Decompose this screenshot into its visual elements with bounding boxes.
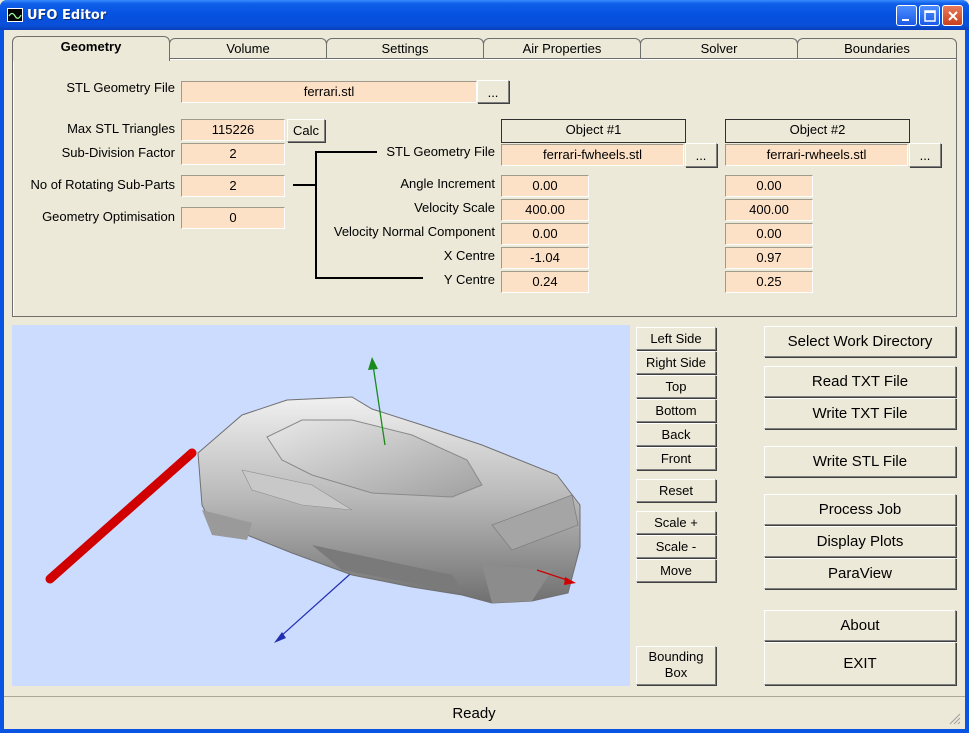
object2-velscale-field[interactable]: 400.00 bbox=[725, 199, 813, 221]
about-button[interactable]: About bbox=[764, 610, 956, 641]
velocity-normal-label: Velocity Normal Component bbox=[333, 224, 495, 239]
object1-stl-field[interactable]: ferrari-fwheels.stl bbox=[501, 144, 684, 166]
object1-velnormal-field[interactable]: 0.00 bbox=[501, 223, 589, 245]
geometry-panel: STL Geometry File ferrari.stl ... Max ST… bbox=[12, 58, 957, 317]
front-view-button[interactable]: Front bbox=[636, 447, 716, 470]
maximize-icon bbox=[924, 10, 936, 22]
bounding-box-button[interactable]: Bounding Box bbox=[636, 646, 716, 685]
optimisation-field[interactable]: 0 bbox=[181, 207, 285, 229]
tab-air-properties[interactable]: Air Properties bbox=[483, 38, 641, 59]
move-button[interactable]: Move bbox=[636, 559, 716, 582]
status-bar: Ready bbox=[4, 696, 965, 729]
scale-plus-button[interactable]: Scale + bbox=[636, 511, 716, 534]
write-stl-button[interactable]: Write STL File bbox=[764, 446, 956, 477]
object1-velscale-field[interactable]: 400.00 bbox=[501, 199, 589, 221]
stl-file-label: STL Geometry File bbox=[66, 80, 175, 95]
y-centre-label: Y Centre bbox=[443, 272, 495, 287]
bracket-stub bbox=[293, 184, 315, 186]
tab-solver[interactable]: Solver bbox=[640, 38, 798, 59]
velocity-scale-label: Velocity Scale bbox=[414, 200, 495, 215]
exit-button[interactable]: EXIT bbox=[764, 642, 956, 685]
stl-browse-button[interactable]: ... bbox=[477, 80, 509, 103]
object1-angle-field[interactable]: 0.00 bbox=[501, 175, 589, 197]
object1-browse-button[interactable]: ... bbox=[685, 143, 717, 167]
select-work-directory-button[interactable]: Select Work Directory bbox=[764, 326, 956, 357]
subdivision-label: Sub-Division Factor bbox=[61, 145, 175, 160]
read-txt-button[interactable]: Read TXT File bbox=[764, 366, 956, 397]
tab-volume[interactable]: Volume bbox=[169, 38, 327, 59]
angle-increment-label: Angle Increment bbox=[400, 176, 495, 191]
object2-browse-button[interactable]: ... bbox=[909, 143, 941, 167]
minimize-icon bbox=[902, 19, 909, 21]
object2-stl-field[interactable]: ferrari-rwheels.stl bbox=[725, 144, 908, 166]
bounding-box-label-2: Box bbox=[664, 665, 688, 680]
object2-velnormal-field[interactable]: 0.00 bbox=[725, 223, 813, 245]
object2-xcentre-field[interactable]: 0.97 bbox=[725, 247, 813, 269]
object2-angle-field[interactable]: 0.00 bbox=[725, 175, 813, 197]
calc-button[interactable]: Calc bbox=[287, 119, 325, 142]
app-window: UFO Editor Geometry Volume Settings Air … bbox=[0, 0, 969, 733]
maximize-button[interactable] bbox=[919, 5, 940, 26]
paraview-button[interactable]: ParaView bbox=[764, 558, 956, 589]
client-area: Geometry Volume Settings Air Properties … bbox=[4, 30, 965, 729]
bottom-view-button[interactable]: Bottom bbox=[636, 399, 716, 422]
window-title: UFO Editor bbox=[27, 8, 107, 23]
rotating-parts-field[interactable]: 2 bbox=[181, 175, 285, 197]
stl-file-field[interactable]: ferrari.stl bbox=[181, 81, 477, 103]
top-view-button[interactable]: Top bbox=[636, 375, 716, 398]
max-triangles-field[interactable]: 115226 bbox=[181, 119, 285, 141]
minimize-button[interactable] bbox=[896, 5, 917, 26]
object2-header: Object #2 bbox=[725, 119, 910, 143]
rotating-parts-label: No of Rotating Sub-Parts bbox=[30, 177, 175, 192]
max-triangles-label: Max STL Triangles bbox=[67, 121, 175, 136]
obj-stl-label: STL Geometry File bbox=[386, 144, 495, 159]
right-side-button[interactable]: Right Side bbox=[636, 351, 716, 374]
status-text: Ready bbox=[452, 705, 496, 722]
bounding-box-label-1: Bounding bbox=[648, 649, 704, 664]
left-side-button[interactable]: Left Side bbox=[636, 327, 716, 350]
close-icon bbox=[948, 11, 958, 21]
object1-ycentre-field[interactable]: 0.24 bbox=[501, 271, 589, 293]
subdivision-field[interactable]: 2 bbox=[181, 143, 285, 165]
close-button[interactable] bbox=[942, 5, 963, 26]
back-view-button[interactable]: Back bbox=[636, 423, 716, 446]
object1-header: Object #1 bbox=[501, 119, 686, 143]
3d-viewport[interactable] bbox=[12, 325, 630, 686]
x-centre-label: X Centre bbox=[443, 248, 495, 263]
app-icon bbox=[7, 8, 23, 22]
resize-grip-icon[interactable] bbox=[949, 713, 961, 725]
display-plots-button[interactable]: Display Plots bbox=[764, 526, 956, 557]
tab-settings[interactable]: Settings bbox=[326, 38, 484, 59]
object2-ycentre-field[interactable]: 0.25 bbox=[725, 271, 813, 293]
optimisation-label: Geometry Optimisation bbox=[42, 209, 175, 224]
write-txt-button[interactable]: Write TXT File bbox=[764, 398, 956, 429]
object1-xcentre-field[interactable]: -1.04 bbox=[501, 247, 589, 269]
title-bar[interactable]: UFO Editor bbox=[0, 0, 969, 30]
process-job-button[interactable]: Process Job bbox=[764, 494, 956, 525]
tab-boundaries[interactable]: Boundaries bbox=[797, 38, 957, 59]
tab-geometry[interactable]: Geometry bbox=[12, 36, 170, 61]
car-model-render bbox=[45, 357, 581, 643]
reset-view-button[interactable]: Reset bbox=[636, 479, 716, 502]
scale-minus-button[interactable]: Scale - bbox=[636, 535, 716, 558]
